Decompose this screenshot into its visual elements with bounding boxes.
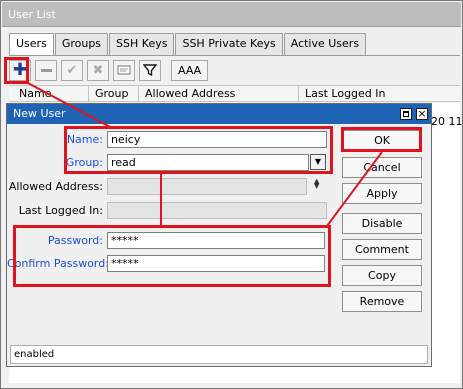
annotation-add-button-box (4, 57, 29, 84)
column-header-group[interactable]: Group (89, 86, 139, 101)
remove-button[interactable] (35, 59, 57, 81)
allowed-address-label: Allowed Address: (8, 180, 103, 193)
comment-button[interactable] (113, 59, 135, 81)
maximize-icon (403, 111, 409, 117)
minus-icon (40, 68, 52, 72)
last-logged-in-label: Last Logged In: (18, 204, 103, 217)
x-icon: ✖ (92, 62, 104, 78)
copy-button[interactable]: Copy (342, 265, 422, 286)
tab-ssh-keys[interactable]: SSH Keys (109, 33, 175, 55)
column-header-name[interactable]: Name (9, 86, 89, 101)
annotation-password-box (13, 225, 331, 287)
annotation-ok-box (341, 127, 422, 152)
annotation-name-group-box (64, 126, 333, 174)
tab-active-users[interactable]: Active Users (283, 33, 367, 55)
tab-groups[interactable]: Groups (54, 33, 109, 55)
toolbar: ✚ ✔ ✖ AAA (9, 59, 212, 81)
filter-icon (143, 64, 157, 77)
allowed-address-input[interactable] (107, 178, 307, 195)
apply-button[interactable]: Apply (342, 183, 422, 204)
check-icon: ✔ (66, 62, 78, 78)
tab-users[interactable]: Users (9, 33, 54, 56)
find-aaa-button[interactable]: AAA (171, 59, 209, 81)
disable-user-button[interactable]: Disable (342, 213, 422, 234)
comment-user-button[interactable]: Comment (342, 239, 422, 260)
enable-button[interactable]: ✔ (61, 59, 83, 81)
maximize-button[interactable] (400, 108, 412, 120)
annotation-connector-vertical (160, 174, 162, 225)
comment-icon (117, 65, 131, 75)
close-button[interactable]: × (416, 108, 428, 120)
column-header-last-logged-in[interactable]: Last Logged In (299, 86, 460, 101)
window-title: User List (2, 2, 461, 27)
dialog-title: New User (7, 104, 431, 124)
tab-bar: Users Groups SSH Keys SSH Private Keys A… (9, 33, 367, 56)
updown-arrow-icon[interactable]: ▲ ▼ (314, 178, 319, 190)
tab-divider (9, 55, 460, 56)
remove-user-button[interactable]: Remove (342, 291, 422, 312)
tab-ssh-private-keys[interactable]: SSH Private Keys (175, 33, 283, 55)
status-bar: enabled (10, 345, 428, 364)
close-icon: × (417, 107, 427, 120)
cancel-button[interactable]: Cancel (342, 157, 422, 178)
user-table-header: Name Group Allowed Address Last Logged I… (9, 85, 460, 102)
column-header-allowed-address[interactable]: Allowed Address (139, 86, 299, 101)
last-logged-in-field (107, 202, 327, 219)
disable-button[interactable]: ✖ (87, 59, 109, 81)
filter-button[interactable] (139, 59, 161, 81)
